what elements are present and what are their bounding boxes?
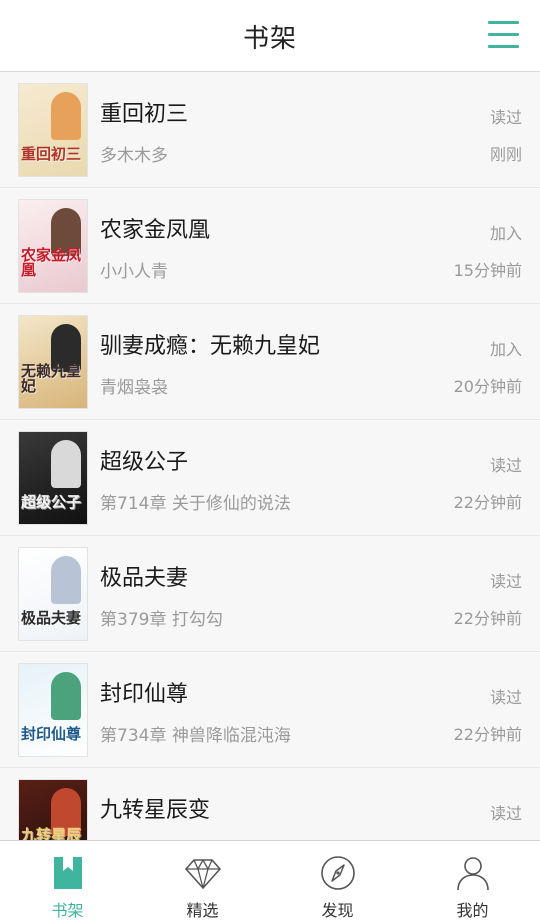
book-subtitle: 青烟袅袅 (100, 378, 168, 398)
book-row[interactable]: 九转星辰变 九转星辰变 读过 (0, 768, 540, 840)
book-subtitle: 第714章 关于修仙的说法 (100, 494, 291, 514)
tab-mine[interactable]: 我的 (405, 841, 540, 923)
book-cover: 重回初三 (18, 83, 88, 177)
page-title: 书架 (242, 24, 297, 54)
book-title: 农家金凤凰 (100, 218, 211, 243)
book-row[interactable]: 重回初三 重回初三 多木木多 读过 刚刚 (0, 72, 540, 188)
book-action-button[interactable]: 加入 (490, 220, 522, 244)
book-title: 极品夫妻 (100, 566, 189, 591)
cover-figure (51, 92, 81, 140)
cover-title-art: 超级公子 (21, 493, 82, 511)
cover-figure (51, 440, 81, 488)
book-time: 20分钟前 (453, 377, 522, 396)
cover-title-art: 极品夫妻 (21, 609, 82, 627)
book-row[interactable]: 超级公子 超级公子 第714章 关于修仙的说法 读过 22分钟前 (0, 420, 540, 536)
book-subtitle: 多木木多 (100, 146, 168, 166)
book-title: 驯妻成瘾：无赖九皇妃 (100, 334, 321, 359)
tab-discover[interactable]: 发现 (270, 841, 405, 923)
book-title: 重回初三 (100, 102, 189, 127)
book-time: 22分钟前 (453, 493, 522, 512)
bottom-tab-bar: 书架 精选 发现 我的 (0, 840, 540, 923)
book-cover: 农家金凤凰 (18, 199, 88, 293)
menu-line (488, 33, 519, 36)
book-row[interactable]: 封印仙尊 封印仙尊 第734章 神兽降临混沌海 读过 22分钟前 (0, 652, 540, 768)
cover-figure (51, 672, 81, 720)
tab-featured[interactable]: 精选 (135, 841, 270, 923)
book-title: 封印仙尊 (100, 682, 189, 707)
cover-title-art: 农家金凤凰 (21, 246, 82, 279)
cover-title-art: 无赖九皇妃 (21, 362, 82, 395)
book-title: 九转星辰变 (100, 798, 211, 823)
tab-bookshelf[interactable]: 书架 (0, 841, 135, 923)
book-row[interactable]: 农家金凤凰 农家金凤凰 小小人青 加入 15分钟前 (0, 188, 540, 304)
book-action-button[interactable]: 读过 (490, 104, 522, 128)
cover-title-art: 重回初三 (21, 145, 82, 163)
book-time: 15分钟前 (453, 261, 522, 280)
book-time: 22分钟前 (453, 725, 522, 744)
book-title: 超级公子 (100, 450, 189, 475)
menu-icon[interactable] (484, 18, 524, 52)
menu-line (488, 21, 519, 24)
book-cover: 无赖九皇妃 (18, 315, 88, 409)
cover-title-art: 封印仙尊 (21, 725, 82, 743)
book-row[interactable]: 极品夫妻 极品夫妻 第379章 打勾勾 读过 22分钟前 (0, 536, 540, 652)
book-row[interactable]: 无赖九皇妃 驯妻成瘾：无赖九皇妃 青烟袅袅 加入 20分钟前 (0, 304, 540, 420)
book-subtitle: 第379章 打勾勾 (100, 610, 223, 630)
compass-icon (321, 856, 355, 890)
book-action-button[interactable]: 读过 (490, 800, 522, 824)
book-subtitle: 第734章 神兽降临混沌海 (100, 726, 291, 746)
book-cover: 超级公子 (18, 431, 88, 525)
tab-label: 发现 (321, 901, 354, 920)
diamond-icon (185, 859, 221, 889)
book-time: 刚刚 (489, 145, 522, 164)
user-icon (457, 857, 489, 891)
book-subtitle: 小小人青 (100, 262, 168, 282)
book-cover: 九转星辰变 (18, 779, 88, 840)
bookmark-book-icon (54, 857, 82, 889)
bookshelf-list[interactable]: 重回初三 重回初三 多木木多 读过 刚刚 农家金凤凰 农家金凤凰 小小人青 加入… (0, 72, 540, 840)
book-action-button[interactable]: 读过 (490, 568, 522, 592)
tab-label: 我的 (456, 901, 489, 920)
book-time: 22分钟前 (453, 609, 522, 628)
cover-title-art: 九转星辰变 (21, 826, 82, 841)
book-cover: 极品夫妻 (18, 547, 88, 641)
tab-label: 书架 (51, 901, 84, 920)
book-action-button[interactable]: 加入 (490, 336, 522, 360)
menu-line (488, 45, 519, 48)
tab-label: 精选 (186, 901, 219, 920)
cover-figure (51, 556, 81, 604)
book-action-button[interactable]: 读过 (490, 452, 522, 476)
book-action-button[interactable]: 读过 (490, 684, 522, 708)
app-header: 书架 (0, 0, 540, 72)
book-cover: 封印仙尊 (18, 663, 88, 757)
